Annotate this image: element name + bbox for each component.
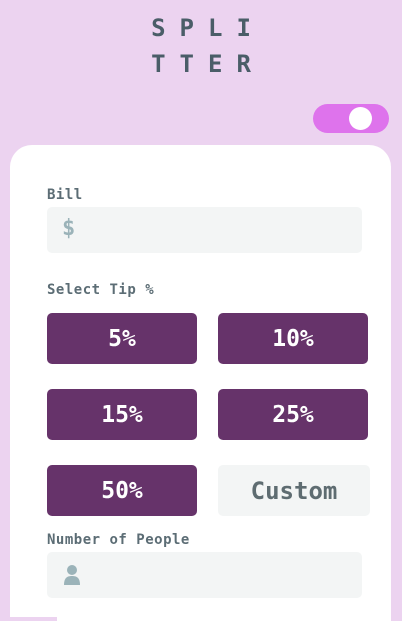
logo-line-2: TTER: [151, 50, 265, 78]
bill-field[interactable]: $: [47, 207, 362, 253]
tip-label: Select Tip %: [47, 282, 155, 298]
custom-tip-input[interactable]: Custom: [218, 465, 370, 516]
people-field[interactable]: [47, 552, 362, 598]
people-input[interactable]: [92, 552, 352, 598]
tip-button-15[interactable]: 15%: [47, 389, 197, 440]
theme-toggle[interactable]: [313, 104, 389, 133]
logo-line-1: SPLI: [151, 14, 265, 42]
dollar-icon: $: [62, 216, 76, 241]
bottom-strip: [0, 617, 57, 621]
people-label: Number of People: [47, 532, 190, 548]
person-icon: [64, 565, 80, 585]
toggle-knob: [349, 107, 372, 130]
tip-button-50[interactable]: 50%: [47, 465, 197, 516]
tip-button-5[interactable]: 5%: [47, 313, 197, 364]
tip-button-25[interactable]: 25%: [218, 389, 368, 440]
bill-input[interactable]: [92, 207, 352, 253]
app-logo: SPLI TTER: [0, 10, 402, 82]
bill-label: Bill: [47, 187, 83, 203]
tip-button-10[interactable]: 10%: [218, 313, 368, 364]
